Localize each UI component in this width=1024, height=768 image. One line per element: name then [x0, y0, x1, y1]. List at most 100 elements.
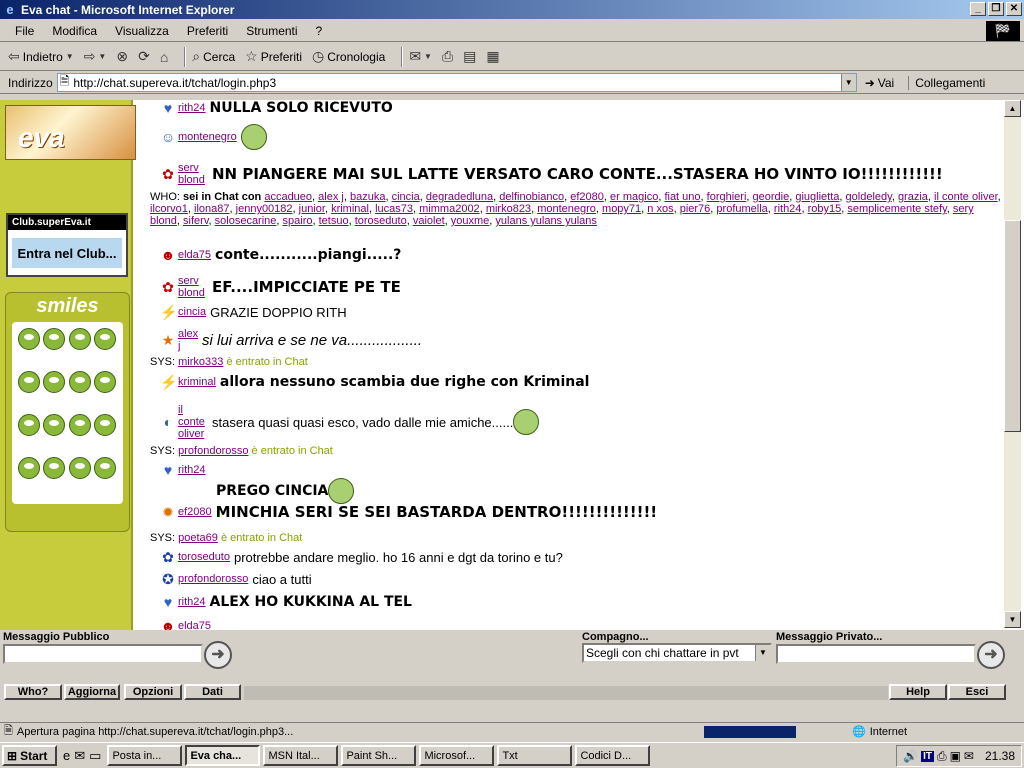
nick-link[interactable]: rith24 — [178, 596, 206, 608]
who-user-link[interactable]: jenny00182 — [236, 203, 293, 215]
menu-strumenti[interactable]: Strumenti — [237, 24, 306, 38]
task-button[interactable]: Paint Sh... — [341, 745, 417, 766]
history-button[interactable]: ◷ Cronologia — [312, 48, 385, 65]
who-user-link[interactable]: tetsuo — [319, 215, 349, 227]
who-user-link[interactable]: giuglietta — [795, 191, 839, 203]
nick-link[interactable]: il conte oliver — [178, 404, 212, 440]
nick-link[interactable]: serv blond — [178, 275, 212, 299]
restore-button[interactable]: ❐ — [988, 2, 1004, 16]
smiley-icon[interactable] — [93, 371, 116, 393]
smiley-icon[interactable] — [68, 457, 91, 479]
menu-file[interactable]: File — [6, 24, 43, 38]
task-button[interactable]: Posta in... — [107, 745, 183, 766]
nick-link[interactable]: ef2080 — [178, 506, 212, 518]
chat-scrollbar[interactable]: ▲ ▼ — [1004, 100, 1021, 628]
who-user-link[interactable]: youxme — [451, 215, 490, 227]
nick-link[interactable]: montenegro — [178, 131, 237, 143]
send-public-arrow-icon[interactable]: ➜ — [204, 641, 232, 669]
stop-button[interactable]: ⊗ — [116, 48, 128, 65]
private-message-input[interactable] — [776, 644, 976, 664]
smiley-icon[interactable] — [43, 328, 66, 350]
who-user-link[interactable]: ilcorvo1 — [150, 203, 188, 215]
smiley-icon[interactable] — [43, 457, 66, 479]
smiley-icon[interactable] — [93, 457, 116, 479]
who-user-link[interactable]: mopy71 — [602, 203, 641, 215]
who-user-link[interactable]: geordie — [753, 191, 790, 203]
nick-link[interactable]: serv blond — [178, 162, 212, 186]
task-button[interactable]: Txt — [497, 745, 573, 766]
print-button[interactable]: ⎙ — [442, 48, 453, 65]
who-button[interactable]: Who? — [4, 684, 62, 700]
printer-icon[interactable]: ⎙ — [937, 749, 947, 764]
network-icon[interactable]: ▣ — [950, 749, 961, 763]
task-button[interactable]: MSN Ital... — [263, 745, 339, 766]
refresh-button[interactable]: ⟳ — [138, 48, 150, 65]
who-user-link[interactable]: yulans yulans yulans — [495, 215, 597, 227]
mail-button[interactable]: ✉ ▼ — [409, 48, 432, 65]
ie-icon[interactable]: e — [63, 748, 70, 764]
exit-button[interactable]: Esci — [948, 684, 1006, 700]
who-user-link[interactable]: alex j — [318, 191, 344, 203]
search-button[interactable]: ⌕ Cerca — [192, 48, 235, 65]
who-user-link[interactable]: solosecarine — [215, 215, 277, 227]
smiley-icon[interactable] — [18, 371, 40, 393]
who-user-link[interactable]: kriminal — [331, 203, 369, 215]
who-user-link[interactable]: bazuka — [350, 191, 385, 203]
links-button[interactable]: Collegamenti — [908, 75, 985, 90]
public-message-input[interactable] — [3, 644, 203, 664]
smiley-icon[interactable] — [68, 328, 91, 350]
lang-indicator[interactable]: IT — [921, 750, 934, 762]
home-button[interactable]: ⌂ — [160, 49, 168, 65]
who-user-link[interactable]: vaiolet — [413, 215, 445, 227]
smiley-icon[interactable] — [18, 414, 40, 436]
who-user-link[interactable]: n xos — [647, 203, 673, 215]
nick-link[interactable]: toroseduto — [178, 551, 230, 563]
nick-link[interactable]: elda75 — [178, 620, 211, 630]
smiley-icon[interactable] — [18, 457, 40, 479]
menu-visualizza[interactable]: Visualizza — [106, 24, 178, 38]
mail-icon[interactable]: ✉ — [964, 749, 974, 763]
who-user-link[interactable]: fiat uno — [664, 191, 700, 203]
partner-select[interactable]: Scegli con chi chattare in pvt ▼ — [582, 643, 772, 663]
start-button[interactable]: ⊞ Start — [2, 745, 57, 766]
who-user-link[interactable]: er magico — [610, 191, 658, 203]
task-button-active[interactable]: Eva cha... — [185, 745, 261, 766]
nick-link[interactable]: elda75 — [178, 249, 211, 261]
smiley-icon[interactable] — [93, 414, 116, 436]
who-user-link[interactable]: toroseduto — [355, 215, 407, 227]
who-user-link[interactable]: lucas73 — [375, 203, 413, 215]
go-button[interactable]: ➜ Vai — [865, 76, 895, 90]
smiley-icon[interactable] — [43, 371, 66, 393]
options-button[interactable]: Opzioni — [124, 684, 182, 700]
who-user-link[interactable]: profumella — [716, 203, 767, 215]
who-user-link[interactable]: mimma2002 — [419, 203, 480, 215]
who-user-link[interactable]: mirko823 — [486, 203, 531, 215]
menu-preferiti[interactable]: Preferiti — [178, 24, 237, 38]
forward-button[interactable]: ⇨ ▼ — [84, 48, 107, 65]
who-user-link[interactable]: grazia — [898, 191, 928, 203]
who-user-link[interactable]: ilona87 — [194, 203, 229, 215]
help-button[interactable]: Help — [889, 684, 947, 700]
nick-link[interactable]: poeta69 — [178, 532, 218, 544]
club-banner[interactable]: Club.superEva.it Entra nel Club... — [6, 213, 128, 277]
who-user-link[interactable]: degradedluna — [426, 191, 493, 203]
who-user-link[interactable]: spairo — [283, 215, 313, 227]
address-input[interactable]: 🗎 http://chat.supereva.it/tchat/login.ph… — [56, 73, 857, 92]
refresh-chat-button[interactable]: Aggiorna — [64, 684, 120, 700]
who-user-link[interactable]: pier76 — [680, 203, 711, 215]
smiley-icon[interactable] — [18, 328, 40, 350]
smiley-icon[interactable] — [93, 328, 116, 350]
nick-link[interactable]: profondorosso — [178, 573, 248, 585]
nick-link[interactable]: cincia — [178, 306, 206, 318]
who-user-link[interactable]: accadueo — [264, 191, 312, 203]
nick-link[interactable]: kriminal — [178, 376, 216, 388]
who-user-link[interactable]: rith24 — [774, 203, 802, 215]
nick-link[interactable]: profondorosso — [178, 445, 248, 457]
scroll-thumb[interactable] — [1004, 220, 1021, 432]
data-button[interactable]: Dati — [184, 684, 241, 700]
who-user-link[interactable]: forghieri — [707, 191, 747, 203]
smiley-icon[interactable] — [68, 371, 91, 393]
who-user-link[interactable]: montenegro — [537, 203, 596, 215]
menu-modifica[interactable]: Modifica — [43, 24, 106, 38]
scroll-down-arrow-icon[interactable]: ▼ — [1004, 611, 1021, 628]
